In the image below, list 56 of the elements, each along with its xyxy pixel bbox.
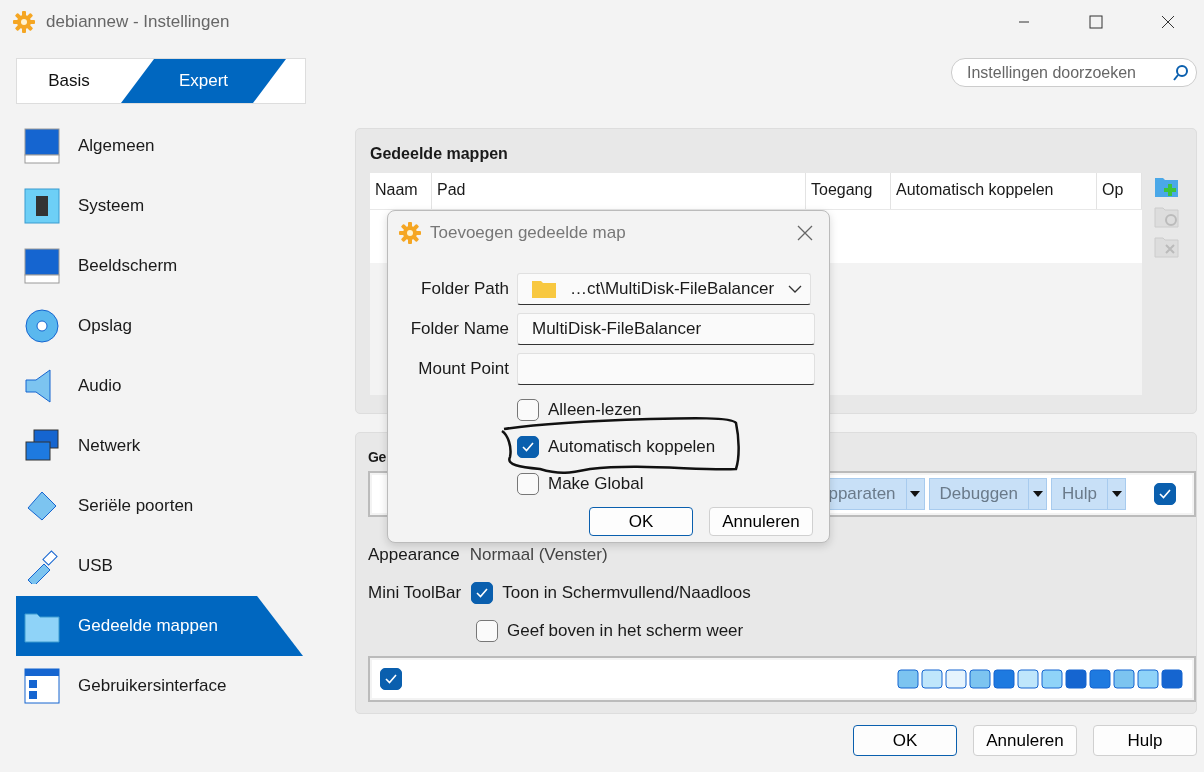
checkbox-label: Toon in Schermvullend/Naadloos (502, 583, 751, 603)
sidebar-item[interactable]: Beeldscherm (16, 236, 303, 296)
section-title: Gedeelde mappen (370, 145, 509, 163)
text-field[interactable]: MultiDisk-FileBalancer (517, 313, 816, 345)
dialog-button[interactable]: OK (589, 507, 693, 536)
checkbox[interactable] (476, 620, 498, 642)
mode-tab[interactable]: Basis (17, 59, 121, 103)
field-label: Folder Name (409, 319, 509, 339)
checkbox[interactable] (517, 473, 539, 495)
check-icon (475, 586, 490, 600)
check-icon (384, 672, 398, 686)
checkbox-label: Alleen-lezen (548, 400, 642, 420)
field-label: Folder Path (420, 279, 509, 299)
sidebar-item[interactable]: Algemeen (16, 116, 303, 176)
close-icon (1161, 15, 1175, 29)
sidebar-item[interactable]: Seriële poorten (16, 476, 303, 536)
checkbox-label: Automatisch koppelen (548, 437, 716, 457)
checkbox[interactable] (1154, 483, 1176, 505)
search-icon (1172, 63, 1190, 82)
chevron-icon (788, 285, 803, 293)
sidebar-item[interactable]: Systeem (16, 176, 303, 236)
dialog-button[interactable]: Annuleren (973, 725, 1077, 756)
checkbox[interactable] (517, 436, 539, 458)
check-icon (521, 440, 535, 454)
dialog-button[interactable]: Hulp (1093, 725, 1197, 756)
field-label: Mount Point (417, 359, 509, 379)
mini-toolbar-label: Mini ToolBar (368, 583, 462, 603)
window-icon (24, 668, 60, 704)
checkbox-label: Make Global (548, 474, 644, 494)
section-title: Ge (368, 449, 387, 465)
dialog-button[interactable]: Annuleren (709, 507, 813, 536)
appearance-value: Normaal (Venster) (469, 545, 608, 565)
sidebar-item[interactable]: Gedeelde mappen (16, 596, 303, 656)
text-field[interactable] (517, 353, 816, 385)
appearance-label: Appearance (368, 545, 460, 565)
dropdown-icon[interactable] (1107, 479, 1125, 509)
dialog-button[interactable]: OK (853, 725, 957, 756)
gear-icon (398, 221, 422, 245)
dialog-title: Toevoegen gedeelde map (430, 223, 626, 243)
sidebar-item[interactable]: Gebruikersinterface (16, 656, 303, 716)
check-icon (1158, 487, 1172, 501)
search-field[interactable]: Instellingen doorzoeken (951, 58, 1197, 87)
checkbox-label: Geef boven in het scherm weer (507, 621, 744, 641)
mode-tab[interactable]: Expert (121, 59, 286, 103)
close-icon[interactable] (797, 225, 813, 241)
window-title: debiannew - Instellingen (46, 12, 230, 32)
gear-icon (12, 10, 36, 34)
checkbox[interactable] (471, 582, 494, 604)
checkbox[interactable] (517, 399, 539, 421)
sidebar-item[interactable]: Netwerk (16, 416, 303, 476)
folder-path-combo[interactable]: …ct\MultiDisk-FileBalancer (517, 273, 812, 305)
checkbox[interactable] (380, 668, 402, 690)
maximize-icon (1089, 15, 1103, 29)
sidebar-item[interactable]: Opslag (16, 296, 303, 356)
sidebar-item[interactable]: Audio (16, 356, 303, 416)
sidebar-item[interactable]: USB (16, 536, 303, 596)
